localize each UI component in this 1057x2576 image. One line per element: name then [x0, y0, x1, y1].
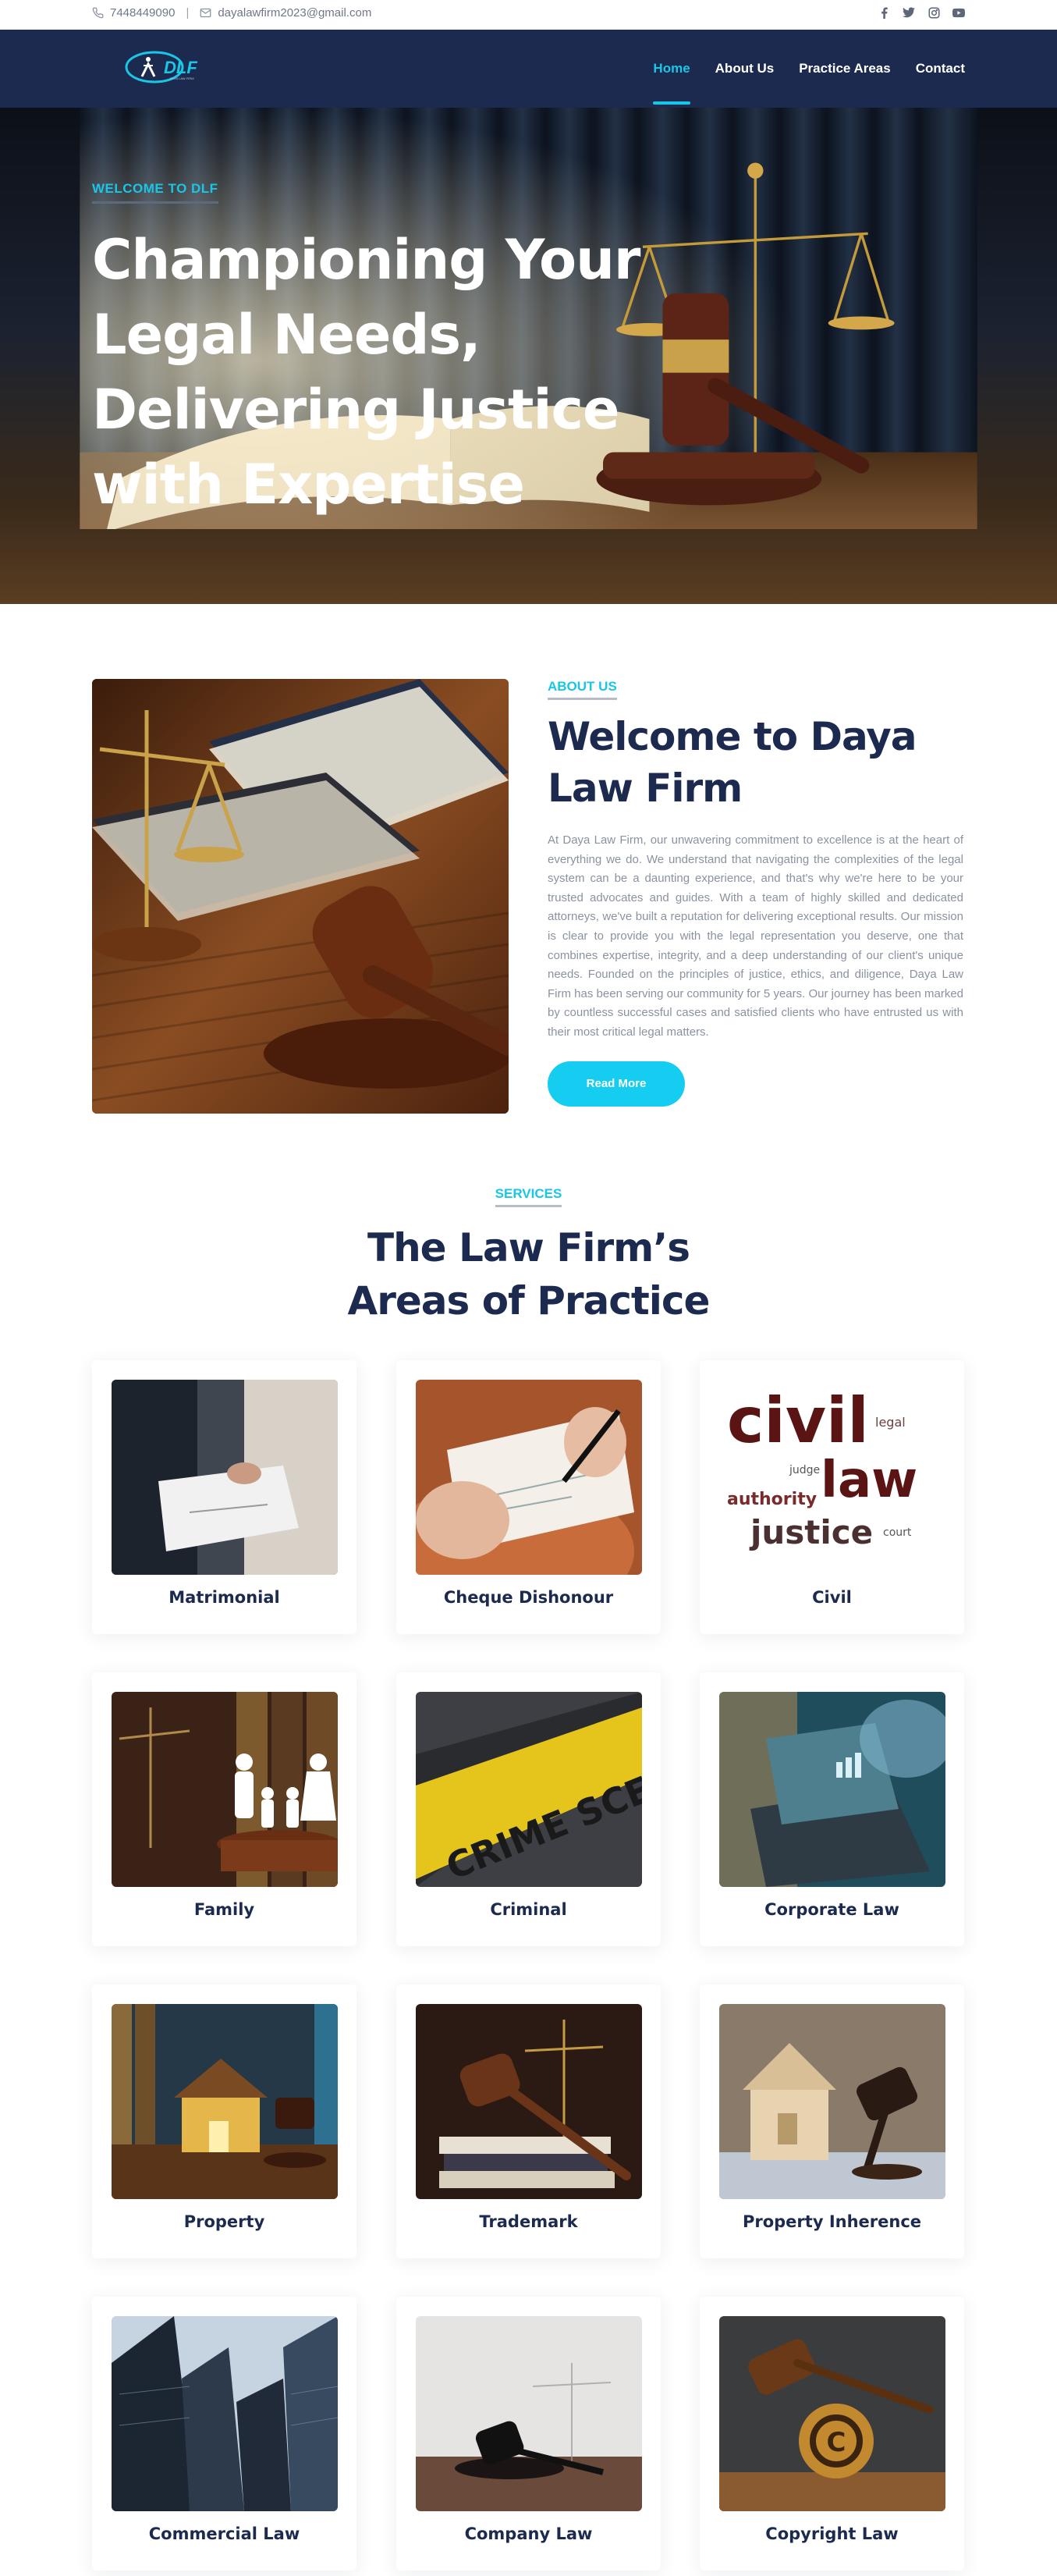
service-label: Corporate Law [764, 1900, 899, 1919]
service-image: civil law justice authority legal judge … [719, 1380, 945, 1575]
service-image [112, 1380, 338, 1575]
phone-icon [92, 7, 104, 18]
service-card-property[interactable]: Property [92, 1984, 356, 2258]
service-label: Trademark [479, 2212, 578, 2231]
read-more-button[interactable]: Read More [548, 1061, 685, 1107]
service-card-commercial-law[interactable]: Commercial Law [92, 2297, 356, 2571]
twitter-icon[interactable] [903, 6, 915, 19]
service-card-company-law[interactable]: Company Law [396, 2297, 661, 2571]
service-image: CRIME SCENE [416, 1692, 642, 1887]
service-image [416, 2004, 642, 2199]
hero-text-block: WELCOME TO DLF Championing Your Legal Ne… [92, 181, 701, 522]
service-card-matrimonial[interactable]: Matrimonial [92, 1360, 356, 1634]
svg-text:C: C [827, 2427, 846, 2458]
service-card-trademark[interactable]: Trademark [396, 1984, 661, 2258]
email-icon [200, 8, 211, 17]
service-card-criminal[interactable]: CRIME SCENE Criminal [396, 1672, 661, 1946]
svg-text:legal: legal [875, 1415, 906, 1430]
service-card-corporate-law[interactable]: Corporate Law [700, 1672, 964, 1946]
about-section: ABOUT US Welcome to Daya Law Firm At Day… [548, 679, 963, 1107]
nav-contact[interactable]: Contact [916, 53, 965, 84]
service-image [719, 1692, 945, 1887]
service-card-property-inherence[interactable]: Property Inherence [700, 1984, 964, 2258]
service-label: Cheque Dishonour [443, 1588, 614, 1607]
service-label: Property Inherence [742, 2212, 922, 2231]
facebook-icon[interactable] [878, 6, 890, 19]
youtube-icon[interactable] [952, 6, 965, 19]
services-eyebrow: SERVICES [495, 1186, 562, 1207]
phone-number: 7448449090 [110, 5, 176, 20]
service-label: Property [183, 2212, 265, 2231]
social-links [878, 0, 965, 25]
services-title: The Law Firm’s Areas of Practice [347, 1225, 711, 1324]
about-title: Welcome to Daya Law Firm [548, 714, 917, 811]
service-label: Matrimonial [168, 1588, 280, 1607]
service-image [112, 2004, 338, 2199]
hero-eyebrow: WELCOME TO DLF [92, 181, 218, 204]
service-label: Civil [812, 1588, 852, 1607]
phone-contact[interactable]: 7448449090 [92, 6, 175, 20]
nav-about-us[interactable]: About Us [715, 53, 775, 84]
hero-banner: WELCOME TO DLF Championing Your Legal Ne… [0, 108, 1057, 604]
svg-text:judge: judge [789, 1464, 820, 1476]
contact-separator: | [186, 5, 190, 20]
instagram-icon[interactable] [928, 6, 940, 19]
nav-home[interactable]: Home [653, 53, 690, 105]
service-label: Family [193, 1900, 255, 1919]
svg-text:DLF: DLF [164, 58, 197, 77]
top-bar: 7448449090 | dayalawfirm2023@gmail.com [0, 0, 1057, 30]
hero-title: Championing Your Legal Needs, Delivering… [92, 228, 640, 517]
about-image [92, 679, 509, 1114]
service-card-civil[interactable]: civil law justice authority legal judge … [700, 1360, 964, 1634]
svg-text:court: court [883, 1526, 912, 1539]
main-navbar: DLF DAYA LAW FIRM Home About Us Practice… [0, 30, 1057, 108]
service-card-cheque-dishonour[interactable]: Cheque Dishonour [396, 1360, 661, 1634]
email-contact[interactable]: dayalawfirm2023@gmail.com [200, 6, 371, 20]
svg-text:DAYA LAW FIRM: DAYA LAW FIRM [170, 76, 194, 80]
svg-text:civil: civil [727, 1384, 869, 1457]
service-image [112, 2316, 338, 2511]
site-logo[interactable]: DLF DAYA LAW FIRM [125, 48, 218, 87]
service-image [416, 1380, 642, 1575]
email-address: dayalawfirm2023@gmail.com [218, 5, 372, 20]
svg-text:authority: authority [727, 1490, 817, 1509]
service-label: Criminal [490, 1900, 567, 1919]
service-image: C [719, 2316, 945, 2511]
service-image [112, 1692, 338, 1887]
service-label: Commercial Law [148, 2524, 300, 2543]
service-card-copyright-law[interactable]: C Copyright Law [700, 2297, 964, 2571]
nav-menu: Home About Us Practice Areas Contact [653, 30, 965, 108]
about-eyebrow: ABOUT US [548, 679, 617, 700]
service-label: Copyright Law [765, 2524, 899, 2543]
contact-info: 7448449090 | dayalawfirm2023@gmail.com [92, 0, 371, 25]
service-card-family[interactable]: Family [92, 1672, 356, 1946]
about-paragraph: At Daya Law Firm, our unwavering commitm… [548, 833, 963, 1039]
nav-practice-areas[interactable]: Practice Areas [799, 53, 891, 84]
service-image [719, 2004, 945, 2199]
services-header: SERVICES The Law Firm’s Areas of Practic… [0, 1186, 1057, 1327]
svg-text:law: law [821, 1451, 917, 1509]
svg-text:justice: justice [749, 1513, 873, 1551]
service-image [416, 2316, 642, 2511]
service-label: Company Law [464, 2524, 593, 2543]
